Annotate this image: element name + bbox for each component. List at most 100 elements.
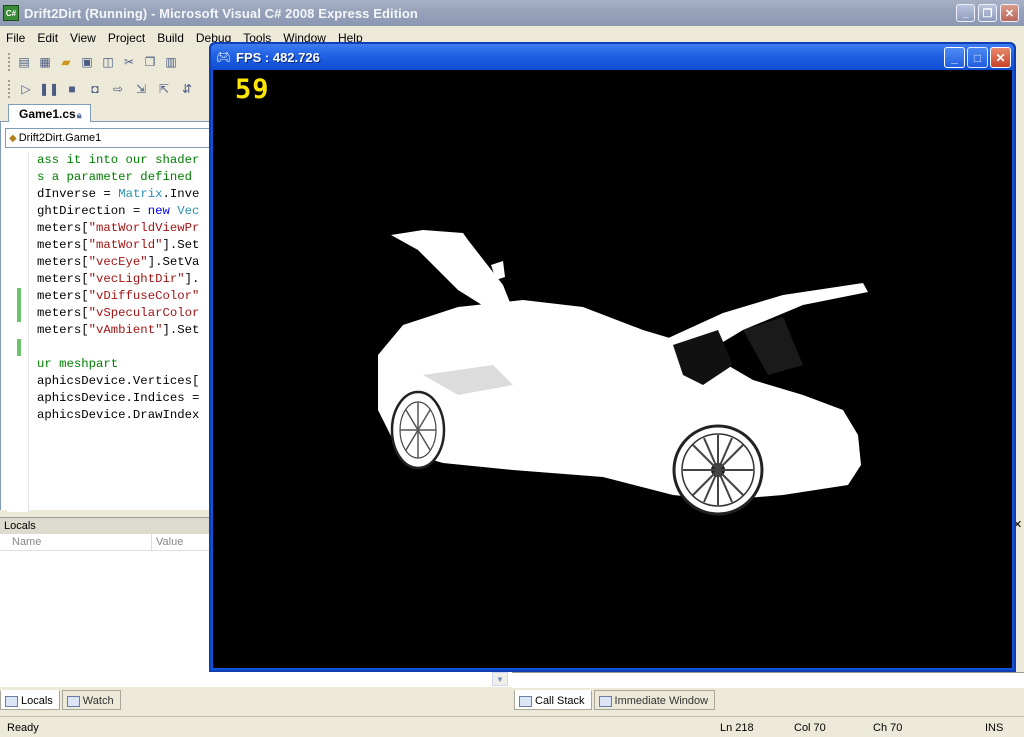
break-all-icon[interactable]: ❚❚ <box>39 81 59 97</box>
game-window[interactable]: 🎮︎ FPS : 482.726 _ □ ✕ 59 <box>209 42 1016 672</box>
status-bar: Ready Ln 218 Col 70 Ch 70 INS <box>0 716 1024 737</box>
close-button[interactable]: ✕ <box>1000 4 1019 22</box>
code-line[interactable]: ghtDirection = new Vec <box>37 203 211 220</box>
tab-label: Locals <box>21 695 53 707</box>
watch-icon <box>66 695 80 707</box>
document-tab-strip: Game1.cs🔒︎ <box>0 102 210 123</box>
code-token: dInverse = <box>37 187 119 201</box>
tab-immediate-window[interactable]: Immediate Window <box>593 690 716 710</box>
code-token: Vec <box>177 204 200 218</box>
debug-toolbar: ▷ ❚❚ ■ ◘ ⇨ ⇲ ⇱ ⇵ <box>0 76 210 101</box>
tab-label: Call Stack <box>535 695 585 707</box>
menu-build[interactable]: Build <box>151 31 190 45</box>
column-header-name[interactable]: Name <box>0 534 152 550</box>
window-title: Drift2Dirt (Running) - Microsoft Visual … <box>24 5 418 21</box>
status-line: Ln 218 <box>720 722 754 734</box>
code-line[interactable]: ur meshpart <box>37 356 211 373</box>
code-line[interactable]: meters["matWorld"].Set <box>37 237 211 254</box>
game-title-bar[interactable]: 🎮︎ FPS : 482.726 _ □ ✕ <box>211 44 1014 70</box>
tab-label: Game1.cs <box>19 107 76 121</box>
code-token: ]. <box>184 272 200 286</box>
code-line[interactable]: meters["vSpecularColor <box>37 305 211 322</box>
status-text: Ready <box>7 722 39 734</box>
game-window-title: FPS : 482.726 <box>236 49 320 65</box>
code-token: ghtDirection = <box>37 204 148 218</box>
code-line[interactable]: dInverse = Matrix.Inve <box>37 186 211 203</box>
xna-gamepad-icon: 🎮︎ <box>216 50 232 64</box>
menu-project[interactable]: Project <box>102 31 151 45</box>
code-line[interactable]: meters["matWorldViewPr <box>37 220 211 237</box>
call-stack-icon <box>519 695 532 707</box>
save-icon[interactable]: ▣ <box>79 54 95 70</box>
bottom-right-tabs: Call Stack Immediate Window <box>514 690 716 712</box>
code-line[interactable]: meters["vecEye"].SetVa <box>37 254 211 271</box>
step-over-icon[interactable]: ⇱ <box>156 81 172 97</box>
tab-watch[interactable]: Watch <box>61 690 121 710</box>
code-token: meters[ <box>37 306 89 320</box>
code-editor[interactable]: ◆ Drift2Dirt.Game1 ass it into our shade… <box>0 122 211 627</box>
tab-game1-cs[interactable]: Game1.cs🔒︎ <box>8 104 91 123</box>
new-project-icon[interactable]: ▤ <box>16 54 32 70</box>
step-into-icon[interactable]: ⇲ <box>133 81 149 97</box>
minimize-button[interactable]: _ <box>956 4 975 22</box>
change-marker <box>17 288 21 322</box>
copy-icon[interactable]: ❐ <box>142 54 158 70</box>
paste-icon[interactable]: ▥ <box>163 54 179 70</box>
frame-counter: 59 <box>235 74 270 105</box>
editor-margin[interactable] <box>7 152 29 512</box>
code-token: meters[ <box>37 255 89 269</box>
add-item-icon[interactable]: ▦ <box>37 54 53 70</box>
code-token: "vSpecularColor <box>88 306 200 320</box>
toolbar-grip[interactable] <box>8 79 11 98</box>
code-token: meters[ <box>37 238 89 252</box>
class-selector-dropdown[interactable]: ◆ Drift2Dirt.Game1 <box>5 128 211 148</box>
code-token: aphicsDevice.DrawIndex <box>37 408 200 422</box>
game-close-button[interactable]: ✕ <box>990 47 1011 68</box>
code-line[interactable]: s a parameter defined <box>37 169 211 186</box>
column-header-value[interactable]: Value <box>152 534 187 550</box>
code-token: meters[ <box>37 221 89 235</box>
car-render <box>378 230 868 516</box>
open-folder-icon[interactable]: ▰ <box>58 54 74 70</box>
status-char: Ch 70 <box>873 722 903 734</box>
vs-title-bar[interactable]: C# Drift2Dirt (Running) - Microsoft Visu… <box>0 0 1024 26</box>
change-marker <box>17 339 21 356</box>
restore-button[interactable]: ❐ <box>978 4 997 22</box>
cut-icon[interactable]: ✂ <box>121 54 137 70</box>
code-line[interactable]: aphicsDevice.DrawIndex <box>37 407 211 424</box>
code-line[interactable]: meters["vDiffuseColor" <box>37 288 211 305</box>
code-text[interactable]: ass it into our shader s a parameter defi… <box>37 152 211 424</box>
show-next-statement-icon[interactable]: ⇨ <box>110 81 126 97</box>
game-minimize-button[interactable]: _ <box>944 47 965 68</box>
code-line[interactable]: ass it into our shader <box>37 152 211 169</box>
menu-view[interactable]: View <box>64 31 102 45</box>
menu-file[interactable]: File <box>0 31 31 45</box>
code-token: .Inve <box>162 187 200 201</box>
immediate-window-icon <box>598 695 612 707</box>
tab-call-stack[interactable]: Call Stack <box>514 690 592 710</box>
game-viewport[interactable]: 59 <box>213 70 1012 668</box>
code-token: s a parameter defined <box>37 170 192 184</box>
save-all-icon[interactable]: ◫ <box>100 54 116 70</box>
class-selector-value: Drift2Dirt.Game1 <box>18 132 102 144</box>
step-out-icon[interactable]: ⇵ <box>179 81 195 97</box>
toolbar-grip[interactable] <box>8 52 11 71</box>
code-token: ].SetVa <box>147 255 200 269</box>
code-token: ].Set <box>162 323 200 337</box>
code-line[interactable]: meters["vAmbient"].Set <box>37 322 211 339</box>
scroll-down-icon[interactable]: ▼ <box>492 672 508 686</box>
menu-edit[interactable]: Edit <box>31 31 64 45</box>
code-token: "matWorldViewPr <box>88 221 200 235</box>
continue-icon[interactable]: ▷ <box>18 81 34 97</box>
code-token: ur meshpart <box>37 357 119 371</box>
code-line[interactable]: meters["vecLightDir"]. <box>37 271 211 288</box>
call-stack-pane <box>512 672 1024 688</box>
game-maximize-button[interactable]: □ <box>967 47 988 68</box>
bottom-left-tabs: Locals Watch <box>0 690 121 712</box>
restart-icon[interactable]: ◘ <box>87 81 103 97</box>
stop-debugging-icon[interactable]: ■ <box>64 81 80 97</box>
code-line[interactable]: aphicsDevice.Indices = <box>37 390 211 407</box>
code-line[interactable]: aphicsDevice.Vertices[ <box>37 373 211 390</box>
tab-locals[interactable]: Locals <box>0 690 60 710</box>
code-line[interactable] <box>37 339 211 356</box>
